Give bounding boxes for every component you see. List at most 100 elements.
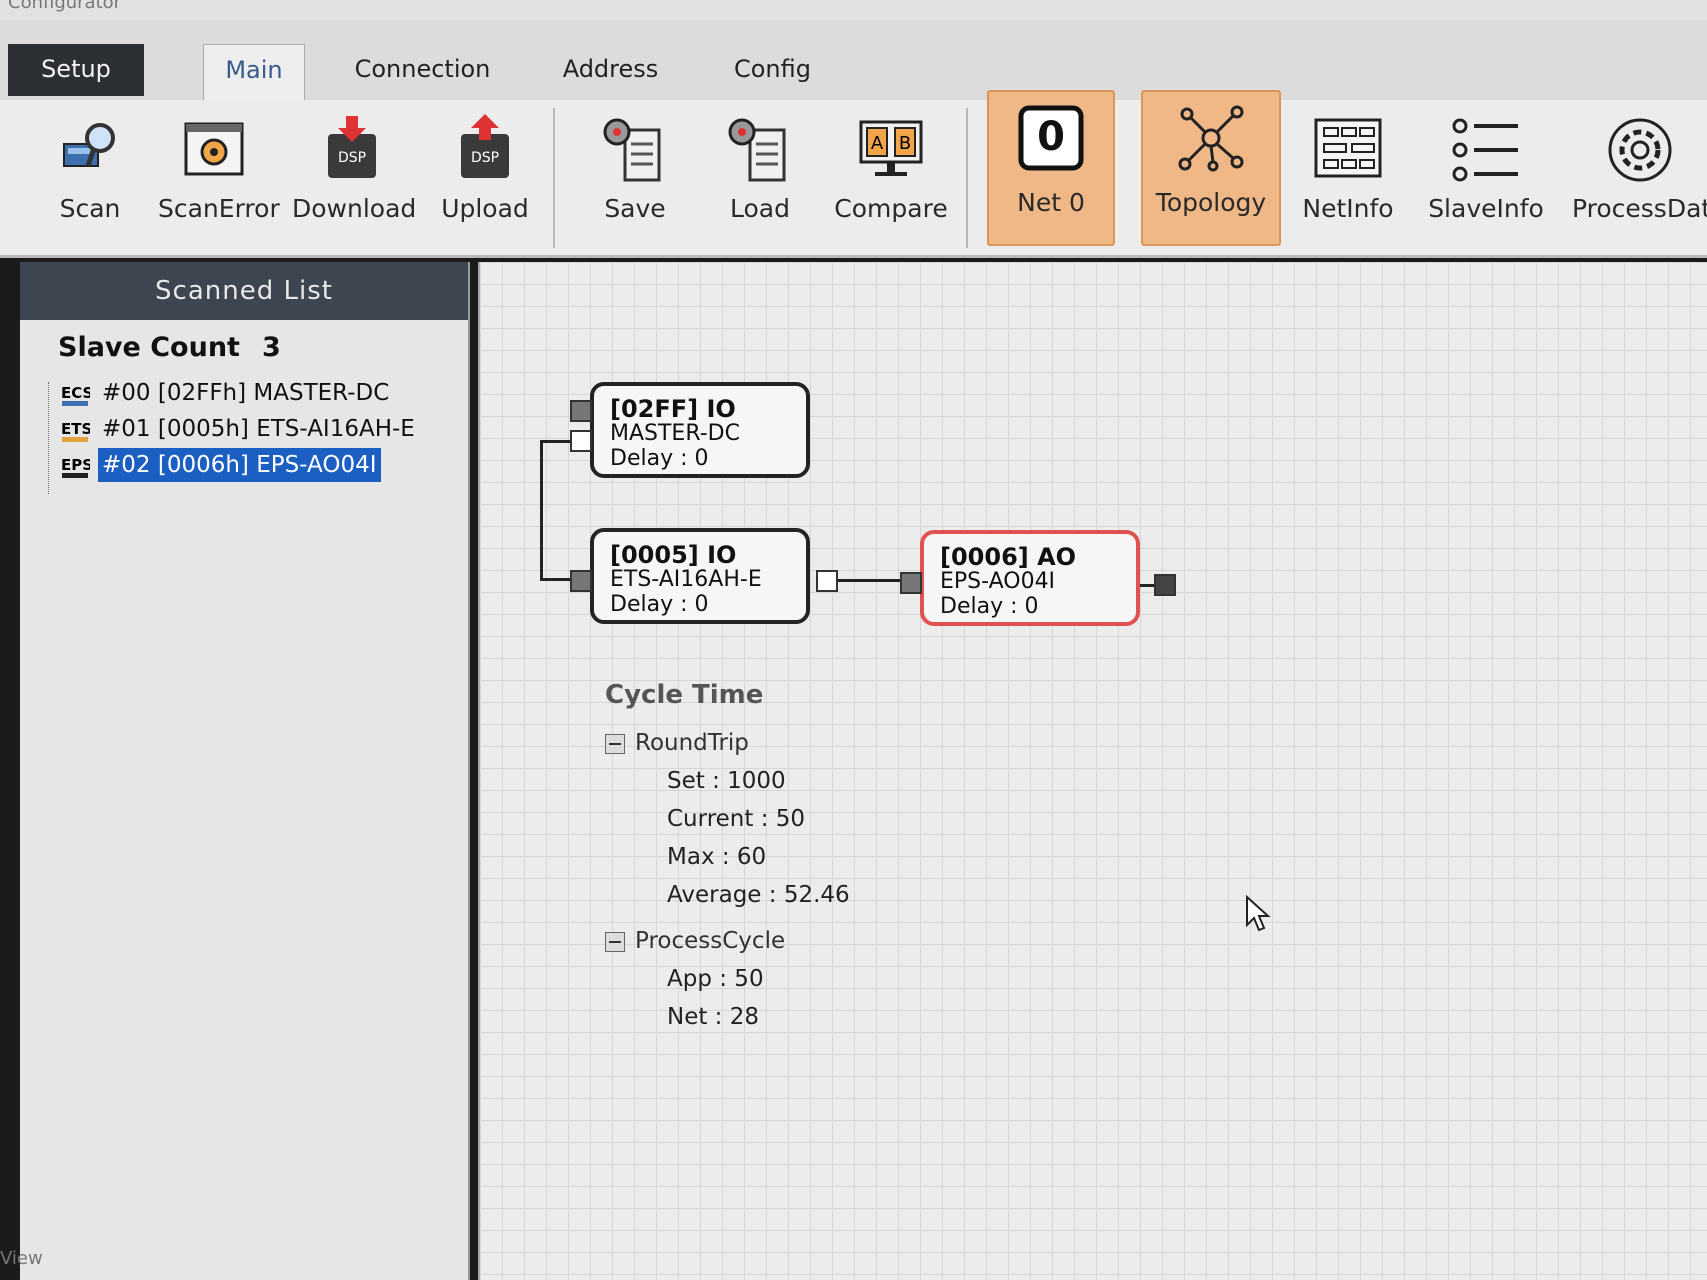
scanerror-label: ScanError	[158, 194, 280, 223]
processcycle-net: Net : 28	[667, 1004, 760, 1030]
tree-connector	[48, 382, 49, 494]
net-select-button[interactable]: 0 Net 0	[987, 90, 1115, 246]
topology-node-eps[interactable]: [0006] AO EPS-AO04I Delay : 0	[920, 530, 1140, 626]
save-icon	[603, 118, 661, 182]
roundtrip-group[interactable]: RoundTrip	[605, 730, 905, 756]
port-out[interactable]	[1154, 574, 1176, 596]
roundtrip-label: RoundTrip	[635, 730, 749, 756]
node-title: [0006] AO	[940, 543, 1077, 571]
view-label: View	[0, 1248, 43, 1269]
load-icon	[728, 118, 786, 182]
node-title: [0005] IO	[610, 541, 737, 569]
device-ets-glyph: ETS	[61, 420, 90, 438]
slave-count-label: Slave Count	[58, 332, 240, 363]
processdata-gear-icon	[1608, 118, 1671, 182]
device-eps-glyph: EPS	[61, 456, 90, 474]
node-name: MASTER-DC	[610, 421, 740, 446]
port-out[interactable]	[816, 570, 838, 592]
processcycle-group[interactable]: ProcessCycle	[605, 928, 905, 954]
device-eps-icon: EPS	[61, 456, 90, 478]
roundtrip-max: Max : 60	[667, 844, 767, 870]
scanned-item-label: #00 [02FFh] MASTER-DC	[102, 380, 390, 406]
topology-node-master[interactable]: [02FF] IO MASTER-DC Delay : 0	[590, 382, 810, 478]
link-top	[540, 440, 574, 443]
device-ecs-icon: ECS	[61, 384, 90, 406]
slaveinfo-button[interactable]: SlaveInfo	[1424, 110, 1548, 240]
topology-node-ets[interactable]: [0005] IO ETS-AI16AH-E Delay : 0	[590, 528, 810, 624]
tab-setup[interactable]: Setup	[8, 44, 144, 96]
load-label: Load	[730, 194, 790, 223]
compare-b-glyph: B	[899, 133, 911, 154]
port-out[interactable]	[570, 430, 592, 452]
ribbon-separator	[553, 108, 555, 248]
upload-label: Upload	[441, 194, 529, 223]
save-label: Save	[604, 194, 666, 223]
slave-count-value: 3	[261, 332, 281, 363]
scanned-item-label: #02 [0006h] EPS-AO04I	[98, 448, 381, 482]
link-vertical	[540, 440, 543, 580]
net-label: Net 0	[1017, 188, 1085, 217]
slaveinfo-list-icon	[1452, 118, 1518, 182]
scan-button[interactable]: Scan	[40, 110, 140, 240]
load-button[interactable]: Load	[710, 110, 810, 240]
device-ecs-glyph: ECS	[61, 384, 90, 402]
download-dsp-badge: DSP	[338, 150, 366, 166]
port-in[interactable]	[900, 572, 922, 594]
topology-label: Topology	[1155, 188, 1267, 217]
slaveinfo-label: SlaveInfo	[1428, 194, 1544, 223]
toolbar-ribbon: Scan ScanError DSP Download DSP Upload S…	[0, 90, 1707, 258]
scanned-item-01[interactable]: ETS #01 [0005h] ETS-AI16AH-E	[60, 412, 419, 446]
upload-dsp-badge: DSP	[471, 150, 499, 166]
roundtrip-set: Set : 1000	[667, 768, 786, 794]
processdata-button[interactable]: ProcessDat	[1572, 110, 1707, 240]
node-name: ETS-AI16AH-E	[610, 567, 762, 592]
roundtrip-average: Average : 52.46	[667, 882, 850, 908]
cycle-time-panel: Cycle Time RoundTrip Set : 1000 Current …	[605, 680, 905, 1030]
processdata-label: ProcessDat	[1572, 194, 1707, 223]
netinfo-icon	[1314, 118, 1382, 178]
node-delay: Delay : 0	[610, 446, 709, 471]
main-tab-bar: Setup Main Connection Address Config	[0, 20, 1707, 101]
node-title: [02FF] IO	[610, 395, 736, 423]
node-delay: Delay : 0	[940, 594, 1039, 619]
scanned-list-title: Scanned List	[20, 262, 468, 320]
port-in[interactable]	[570, 400, 592, 422]
compare-label: Compare	[834, 194, 948, 223]
port-in[interactable]	[570, 570, 592, 592]
download-button[interactable]: DSP Download	[292, 110, 416, 240]
processcycle-app: App : 50	[667, 966, 764, 992]
tab-main[interactable]: Main	[203, 44, 305, 101]
tab-connection[interactable]: Connection	[335, 44, 510, 94]
topology-button[interactable]: Topology	[1141, 90, 1281, 246]
slave-count: Slave Count 3	[58, 332, 281, 363]
save-button[interactable]: Save	[585, 110, 685, 240]
scanned-item-00[interactable]: ECS #00 [02FFh] MASTER-DC	[60, 376, 393, 410]
compare-a-glyph: A	[871, 133, 884, 154]
scanned-item-02[interactable]: EPS #02 [0006h] EPS-AO04I	[60, 448, 381, 482]
scanerror-button[interactable]: ScanError	[158, 110, 280, 240]
scan-error-icon	[184, 122, 244, 176]
tab-address[interactable]: Address	[548, 44, 673, 94]
download-icon: DSP	[328, 116, 376, 178]
collapse-icon[interactable]	[605, 931, 625, 952]
scan-label: Scan	[59, 194, 121, 223]
scan-icon	[63, 123, 115, 167]
mouse-pointer-icon	[1246, 895, 1271, 932]
ribbon-separator	[966, 108, 968, 248]
processcycle-label: ProcessCycle	[635, 928, 786, 954]
topology-icon	[1178, 105, 1244, 172]
collapse-icon[interactable]	[605, 733, 625, 754]
window-title: Configurator	[8, 0, 122, 13]
tab-config[interactable]: Config	[715, 44, 830, 94]
netinfo-button[interactable]: NetInfo	[1292, 110, 1404, 240]
node-delay: Delay : 0	[610, 592, 709, 617]
compare-icon: A B	[859, 120, 923, 176]
upload-button[interactable]: DSP Upload	[432, 110, 538, 240]
compare-button[interactable]: A B Compare	[830, 110, 952, 240]
node-name: EPS-AO04I	[940, 569, 1056, 594]
device-ets-icon: ETS	[61, 420, 90, 442]
netinfo-label: NetInfo	[1302, 194, 1394, 223]
link-bottom	[540, 578, 574, 581]
roundtrip-current: Current : 50	[667, 806, 806, 832]
topology-canvas[interactable]: [02FF] IO MASTER-DC Delay : 0 [0005] IO …	[478, 262, 1707, 1280]
